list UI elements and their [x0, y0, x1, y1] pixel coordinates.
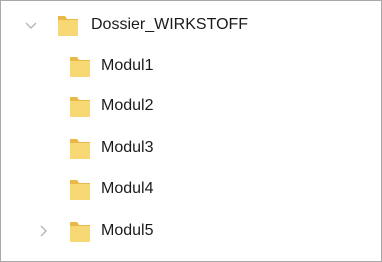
folder-icon	[69, 177, 91, 201]
folder-icon	[69, 94, 91, 118]
tree-item-label: Modul4	[101, 180, 154, 197]
tree-item-label: Modul5	[101, 222, 154, 239]
tree-item-label: Modul2	[101, 97, 154, 114]
folder-icon	[69, 54, 91, 78]
chevron-down-icon[interactable]	[23, 17, 39, 33]
folder-icon	[57, 13, 79, 37]
tree-item-modul2[interactable]: Modul2	[1, 86, 381, 126]
chevron-right-icon[interactable]	[35, 223, 51, 239]
folder-tree-panel: Dossier_WIRKSTOFF Modul1 Modul2 Modul3 M…	[0, 0, 382, 262]
tree-item-modul1[interactable]: Modul1	[1, 46, 381, 86]
tree-item-modul4[interactable]: Modul4	[1, 169, 381, 209]
tree-item-label: Dossier_WIRKSTOFF	[91, 16, 249, 33]
tree-item-label: Modul3	[101, 139, 154, 156]
folder-icon	[69, 136, 91, 160]
tree-item-modul3[interactable]: Modul3	[1, 128, 381, 168]
tree-item-label: Modul1	[101, 57, 154, 74]
folder-icon	[69, 219, 91, 243]
tree-item-dossier-wirkstoff[interactable]: Dossier_WIRKSTOFF	[1, 5, 381, 45]
tree-item-modul5[interactable]: Modul5	[1, 211, 381, 251]
